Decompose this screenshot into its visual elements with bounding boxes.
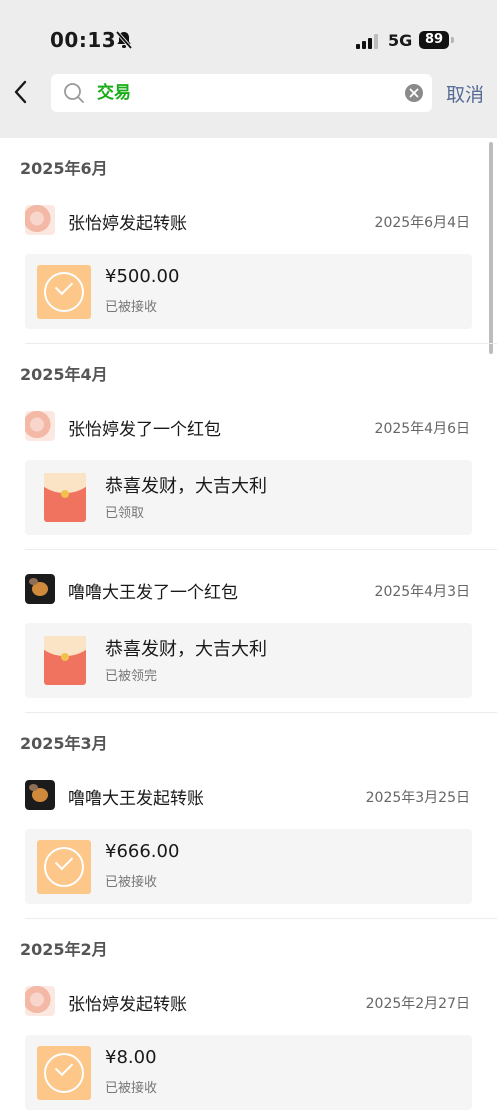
transfer-card[interactable]: ¥8.00 已被接收 — [25, 1035, 472, 1110]
transaction-date: 2025年6月4日 — [374, 215, 470, 231]
transaction-title: 噜噜大王发了一个红包 — [68, 583, 238, 603]
transaction-title: 张怡婷发起转账 — [68, 214, 187, 234]
divider — [25, 549, 497, 550]
transfer-amount: ¥500.00 — [105, 266, 180, 287]
month-header: 2025年3月 — [20, 734, 108, 753]
avatar[interactable] — [25, 411, 55, 441]
red-packet-message: 恭喜发财，大吉大利 — [105, 639, 267, 660]
month-header: 2025年4月 — [20, 365, 108, 384]
transaction-date: 2025年4月6日 — [374, 421, 470, 437]
transaction-title: 噜噜大王发起转账 — [68, 789, 204, 809]
avatar[interactable] — [25, 986, 55, 1016]
transfer-card[interactable]: ¥666.00 已被接收 — [25, 829, 472, 904]
transfer-status: 已被接收 — [105, 300, 158, 315]
transfer-amount: ¥666.00 — [105, 841, 180, 862]
silent-bell-icon — [115, 30, 133, 50]
transfer-check-icon — [37, 1046, 91, 1100]
red-packet-message: 恭喜发财，大吉大利 — [105, 476, 267, 497]
transaction-title: 张怡婷发起转账 — [68, 995, 187, 1015]
red-packet-icon — [44, 473, 86, 522]
search-bar[interactable]: 交易 — [51, 74, 432, 112]
transfer-card[interactable]: ¥500.00 已被接收 — [25, 254, 472, 329]
red-packet-status: 已被领完 — [105, 669, 158, 684]
divider — [25, 918, 497, 919]
search-input[interactable]: 交易 — [97, 74, 131, 112]
red-packet-icon — [44, 636, 86, 685]
divider — [25, 343, 497, 344]
header: 00:13 5G 89 交易 取消 — [0, 0, 497, 138]
status-time: 00:13 — [50, 28, 117, 52]
search-icon — [64, 83, 84, 103]
transfer-check-icon — [37, 265, 91, 319]
transaction-date: 2025年2月27日 — [365, 996, 470, 1012]
red-packet-card[interactable]: 恭喜发财，大吉大利 已领取 — [25, 460, 472, 535]
battery-icon: 89 — [419, 31, 449, 49]
signal-icon — [356, 33, 380, 49]
transfer-status: 已被接收 — [105, 875, 158, 890]
divider — [25, 712, 497, 713]
battery-tip — [451, 37, 454, 43]
clear-icon[interactable] — [405, 84, 423, 102]
month-header: 2025年6月 — [20, 159, 108, 178]
month-header: 2025年2月 — [20, 940, 108, 959]
transfer-check-icon — [37, 840, 91, 894]
avatar[interactable] — [25, 205, 55, 235]
network-type: 5G — [388, 31, 413, 50]
transaction-title: 张怡婷发了一个红包 — [68, 420, 221, 440]
red-packet-card[interactable]: 恭喜发财，大吉大利 已被领完 — [25, 623, 472, 698]
cancel-button[interactable]: 取消 — [446, 80, 484, 107]
transfer-amount: ¥8.00 — [105, 1047, 157, 1068]
red-packet-status: 已领取 — [105, 506, 145, 521]
status-bar: 00:13 5G 89 — [0, 0, 497, 70]
back-chevron-icon[interactable] — [10, 78, 32, 106]
scrollbar[interactable] — [489, 142, 493, 354]
avatar[interactable] — [25, 574, 55, 604]
transaction-date: 2025年3月25日 — [365, 790, 470, 806]
transaction-date: 2025年4月3日 — [374, 584, 470, 600]
avatar[interactable] — [25, 780, 55, 810]
